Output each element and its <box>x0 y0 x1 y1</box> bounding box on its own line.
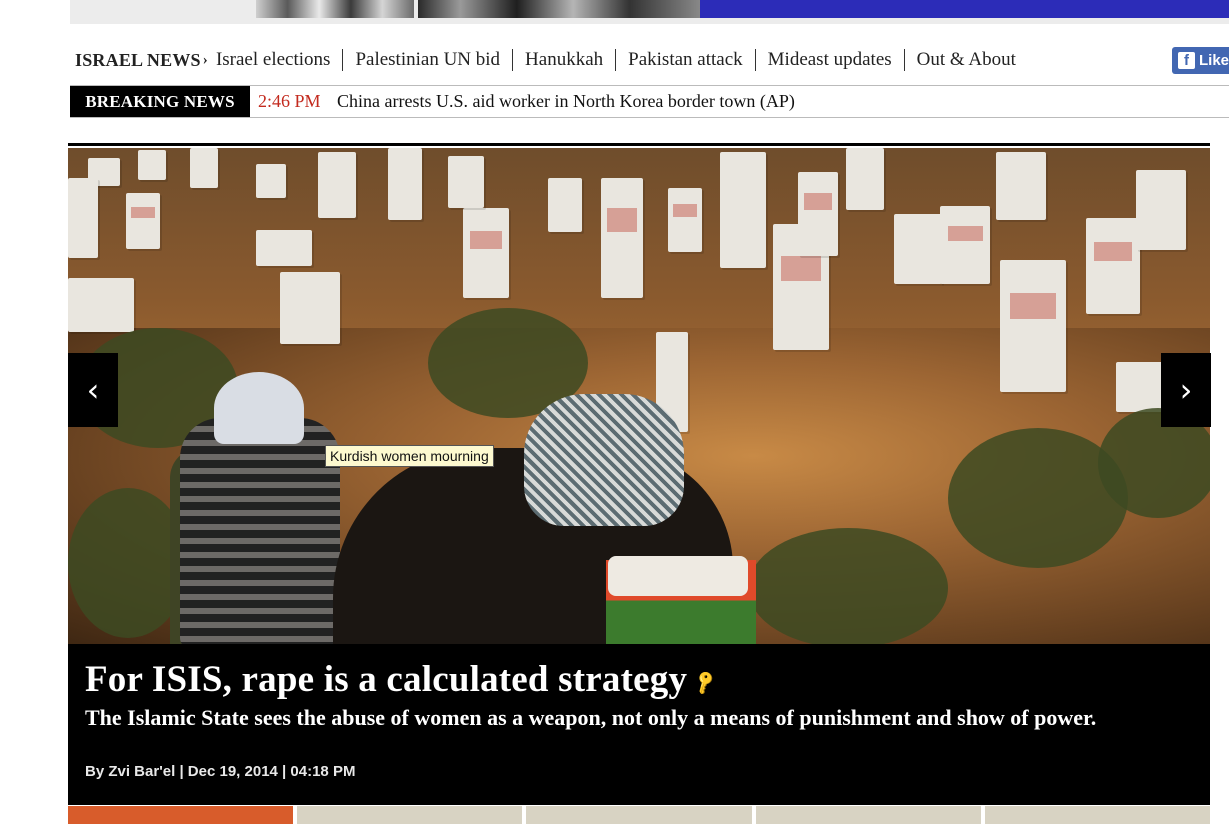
nav-item-mideast-updates[interactable]: Mideast updates <box>754 49 904 71</box>
carousel-indicator[interactable] <box>297 806 523 824</box>
breaking-news-time: 2:46 PM <box>258 91 321 111</box>
image-caption-tooltip: Kurdish women mourning <box>325 445 494 467</box>
carousel-indicator[interactable] <box>984 806 1211 824</box>
gravestone <box>256 230 312 266</box>
carousel-next-button[interactable]: › <box>1161 353 1211 427</box>
key-icon: 🔑 <box>691 668 720 696</box>
banner-photo-2 <box>418 0 700 18</box>
story-headline[interactable]: For ISIS, rape is a calculated strategy 🔑 <box>85 658 720 701</box>
gravestone <box>1000 260 1066 392</box>
carousel-prev-button[interactable]: ‹ <box>68 353 118 427</box>
gravestone <box>940 206 990 284</box>
nav-item-israel-elections[interactable]: Israel elections <box>216 49 342 71</box>
gravestone <box>463 208 509 298</box>
carousel-indicators <box>68 806 1211 824</box>
breaking-news-label: BREAKING NEWS <box>70 86 250 117</box>
gravestone <box>1116 362 1164 412</box>
gravestone <box>190 148 218 188</box>
chevron-right-icon: › <box>202 51 208 68</box>
gravestone <box>601 178 643 298</box>
gravestone <box>448 156 484 208</box>
gravestone <box>720 152 766 268</box>
facebook-like-button[interactable]: f Like <box>1172 47 1229 74</box>
story-headline-text: For ISIS, rape is a calculated strategy <box>85 659 688 700</box>
gravestone <box>68 278 134 332</box>
bush <box>748 528 948 644</box>
gravestone <box>798 172 838 256</box>
gravestone <box>846 148 884 210</box>
carousel-indicator[interactable] <box>755 806 981 824</box>
gravestone <box>1086 218 1140 314</box>
nav-heading-label: ISRAEL NEWS <box>75 49 201 70</box>
hero-photo[interactable] <box>68 148 1210 644</box>
story-caption-box: For ISIS, rape is a calculated strategy 🔑… <box>68 644 1210 805</box>
nav-item-palestinian-un-bid[interactable]: Palestinian UN bid <box>342 49 512 71</box>
gravestone <box>894 214 942 284</box>
flag <box>608 556 748 596</box>
section-nav: ISRAEL NEWS › Israel elections Palestini… <box>75 47 1028 73</box>
nav-item-out-and-about[interactable]: Out & About <box>903 49 1028 71</box>
gravestone <box>996 152 1046 220</box>
nav-heading[interactable]: ISRAEL NEWS › <box>75 50 216 71</box>
mourner-figure <box>524 394 684 526</box>
top-banner-ad[interactable] <box>70 0 1229 24</box>
gravestone <box>388 148 422 220</box>
chevron-left-icon: ‹ <box>86 371 100 409</box>
chevron-right-icon: › <box>1179 371 1193 409</box>
gravestone <box>138 150 166 180</box>
facebook-icon: f <box>1178 52 1195 69</box>
carousel-indicator[interactable] <box>68 806 294 824</box>
breaking-news-headline[interactable]: China arrests U.S. aid worker in North K… <box>337 91 795 112</box>
gravestone <box>548 178 582 232</box>
banner-blue-panel <box>700 0 1229 18</box>
gravestone <box>68 178 98 258</box>
gravestone <box>668 188 702 252</box>
gravestone <box>126 193 160 249</box>
hero-top-rule <box>68 143 1210 146</box>
story-subheadline: The Islamic State sees the abuse of wome… <box>85 705 1097 730</box>
gravestone <box>318 152 356 218</box>
breaking-news-bar: BREAKING NEWS 2:46 PM China arrests U.S.… <box>70 85 1229 118</box>
gravestone <box>280 272 340 344</box>
banner-photo <box>256 0 414 18</box>
story-byline: By Zvi Bar'el | Dec 19, 2014 | 04:18 PM <box>85 763 356 780</box>
nav-item-hanukkah[interactable]: Hanukkah <box>512 49 615 71</box>
mourner-figure <box>214 372 304 444</box>
mourner-figure <box>180 418 340 644</box>
like-label: Like <box>1199 52 1229 69</box>
gravestone <box>1136 170 1186 250</box>
gravestone <box>256 164 286 198</box>
nav-item-pakistan-attack[interactable]: Pakistan attack <box>615 49 755 71</box>
carousel-indicator[interactable] <box>526 806 752 824</box>
